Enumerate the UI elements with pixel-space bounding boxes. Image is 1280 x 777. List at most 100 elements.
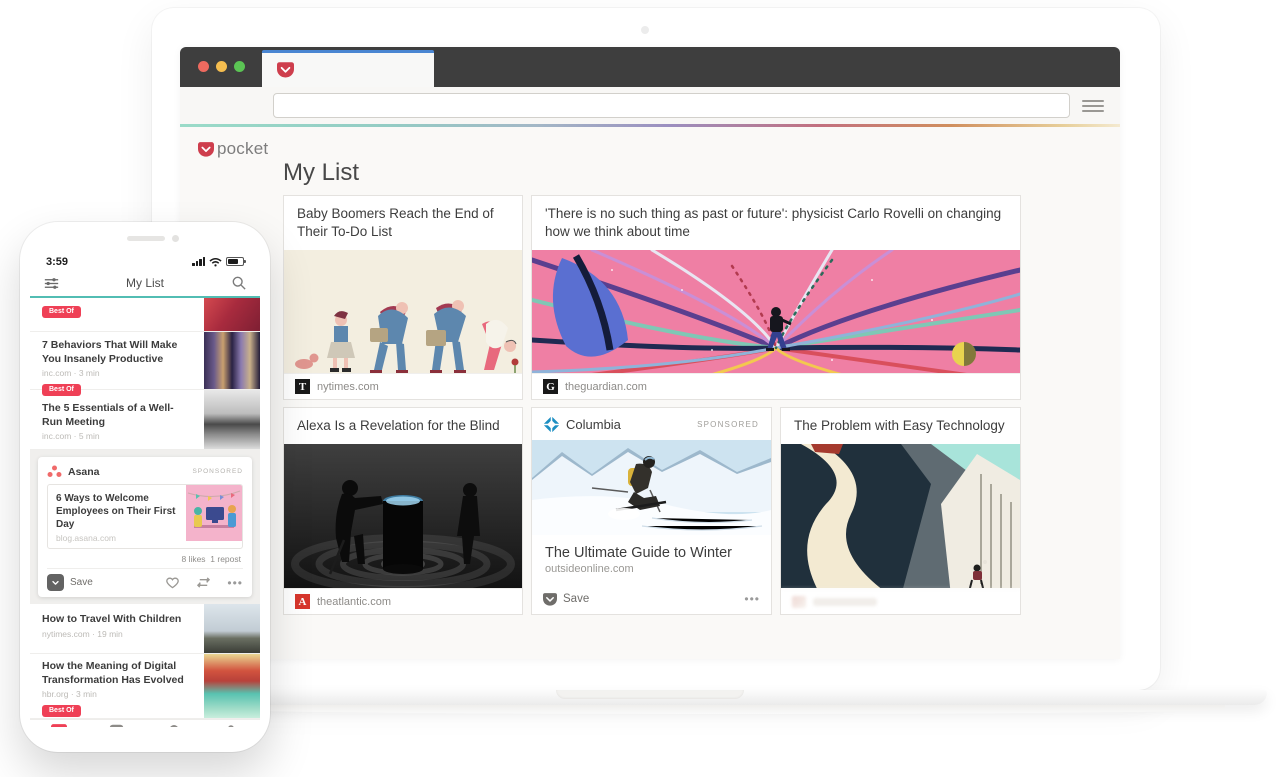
item-title[interactable]: How the Meaning of Digital Transformatio… <box>42 660 194 687</box>
sponsored-card-columbia: Columbia SPONSORED The Ultimate Guide to… <box>531 407 772 615</box>
article-domain: nytimes.com <box>317 380 379 393</box>
browser-tab[interactable] <box>262 50 434 87</box>
list-item-thumbnail <box>204 604 260 653</box>
article-image-babyboomers[interactable] <box>284 249 522 373</box>
list-item-thumbnail <box>204 332 260 389</box>
pocket-favicon-icon <box>277 62 294 78</box>
phone: 3:59 My List Best Of 7 Behaviors That Wi… <box>20 222 270 752</box>
sponsor-brand: Asana <box>68 465 100 478</box>
pocket-save-icon <box>543 592 557 606</box>
profile-icon <box>228 725 234 727</box>
card-grid: Baby Boomers Reach the End of Their To-D… <box>283 195 1023 622</box>
columbia-logo-icon <box>544 416 559 432</box>
laptop-base-notch <box>556 690 744 699</box>
source-logo-faded-icon <box>792 595 806 608</box>
article-title[interactable]: Alexa Is a Revelation for the Blind <box>284 408 522 444</box>
item-title[interactable]: The 5 Essentials of a Well-Run Meeting <box>42 402 194 429</box>
sponsored-title: 6 Ways to Welcome Employees on Their Fir… <box>56 493 176 530</box>
page-title: My List <box>283 159 360 186</box>
sponsored-label: SPONSORED <box>697 419 759 429</box>
social-counts: 8 likes 1 repost <box>181 554 241 564</box>
more-menu-icon[interactable]: ••• <box>744 592 760 606</box>
browser-toolbar <box>180 87 1120 124</box>
pocket-logo-text: pocket <box>217 139 269 158</box>
sponsored-article[interactable]: 6 Ways to Welcome Employees on Their Fir… <box>47 484 243 549</box>
article-title[interactable]: The Problem with Easy Technology <box>781 408 1020 444</box>
pocket-logo-icon <box>198 141 214 157</box>
browser-window: pocket My List Baby Boomers Reach the En… <box>180 47 1120 659</box>
sponsored-section: Asana SPONSORED 6 Ways to Welcome Employ… <box>30 450 260 604</box>
sponsored-thumbnail <box>186 485 242 548</box>
like-heart-icon[interactable] <box>165 576 180 589</box>
laptop-base-lip <box>235 705 1225 714</box>
list-item[interactable]: Best Of <box>30 298 260 332</box>
item-meta: hbr.org · 3 min <box>42 689 97 700</box>
stage: pocket My List Baby Boomers Reach the En… <box>0 0 1280 777</box>
list-item-thumbnail <box>204 298 260 331</box>
phone-screen: 3:59 My List Best Of 7 Behaviors That Wi… <box>30 249 260 727</box>
item-meta: inc.com · 5 min <box>42 431 100 442</box>
phone-speaker <box>127 236 165 241</box>
save-label: Save <box>70 577 93 588</box>
article-card-guardian: 'There is no such thing as past or futur… <box>531 195 1021 400</box>
phone-page-title: My List <box>125 276 164 290</box>
my-list-icon <box>50 724 67 727</box>
source-domain-faded <box>813 597 877 606</box>
item-title[interactable]: How to Travel With Children <box>42 613 194 627</box>
save-label: Save <box>563 593 590 605</box>
status-time: 3:59 <box>46 255 69 268</box>
battery-icon <box>226 257 246 266</box>
list-item[interactable]: How to Travel With Children nytimes.com … <box>30 604 260 654</box>
sponsored-domain: outsideonline.com <box>545 563 634 575</box>
sponsored-title[interactable]: The Ultimate Guide to Winter <box>532 535 771 563</box>
url-input[interactable] <box>273 93 1070 118</box>
article-title[interactable]: Baby Boomers Reach the End of Their To-D… <box>284 196 522 250</box>
save-button[interactable] <box>47 574 64 591</box>
status-bar: 3:59 <box>30 249 260 270</box>
article-card-easytech: The Problem with Easy Technology <box>780 407 1021 615</box>
phone-camera <box>172 235 179 242</box>
list-item[interactable]: How the Meaning of Digital Transformatio… <box>30 654 260 719</box>
source-footer-faded <box>781 588 1020 614</box>
save-button[interactable]: Save <box>543 592 590 606</box>
item-meta: inc.com · 3 min <box>42 368 100 379</box>
pocket-web-content: pocket My List Baby Boomers Reach the En… <box>180 127 1120 659</box>
more-menu-icon[interactable]: ••• <box>227 576 243 590</box>
wifi-icon <box>209 257 222 266</box>
phone-header: My List <box>30 270 260 296</box>
close-button[interactable] <box>198 61 209 72</box>
best-of-badge: Best Of <box>42 305 81 318</box>
article-title[interactable]: 'There is no such thing as past or futur… <box>532 196 1020 250</box>
pocket-logo[interactable]: pocket <box>198 139 268 159</box>
menu-icon[interactable] <box>1082 97 1104 115</box>
laptop-camera <box>641 26 649 34</box>
cell-signal-icon <box>192 257 205 266</box>
article-domain: theatlantic.com <box>317 595 391 608</box>
article-image-road[interactable] <box>781 443 1020 588</box>
article-card-atlantic: Alexa Is a Revelation for the Blind A th… <box>283 407 523 615</box>
sponsored-card-asana: Asana SPONSORED 6 Ways to Welcome Employ… <box>38 457 252 597</box>
sponsored-label: SPONSORED <box>192 468 243 475</box>
repost-icon[interactable] <box>196 576 211 589</box>
sponsored-domain: blog.asana.com <box>56 533 117 543</box>
list-item-thumbnail <box>204 390 260 449</box>
article-domain: theguardian.com <box>565 380 647 393</box>
zoom-button[interactable] <box>234 61 245 72</box>
list-item[interactable]: The 5 Essentials of a Well-Run Meeting i… <box>30 390 260 450</box>
recommended-icon <box>109 724 123 727</box>
item-title[interactable]: 7 Behaviors That Will Make You Insanely … <box>42 339 194 366</box>
asana-logo-icon <box>47 465 62 477</box>
guardian-logo-icon: G <box>543 379 558 394</box>
pocket-save-icon <box>50 577 61 588</box>
browser-titlebar <box>180 47 1120 87</box>
atlantic-logo-icon: A <box>295 594 310 609</box>
item-meta: nytimes.com · 19 min <box>42 628 123 639</box>
minimize-button[interactable] <box>216 61 227 72</box>
nytimes-logo-icon: T <box>295 379 310 394</box>
sponsor-name[interactable]: Columbia <box>566 417 621 432</box>
notifications-bell-icon <box>170 724 178 727</box>
article-image-alexa[interactable] <box>284 443 522 588</box>
list-item[interactable]: 7 Behaviors That Will Make You Insanely … <box>30 332 260 396</box>
sponsored-image-skier[interactable] <box>532 440 771 535</box>
article-image-time[interactable] <box>532 249 1020 373</box>
